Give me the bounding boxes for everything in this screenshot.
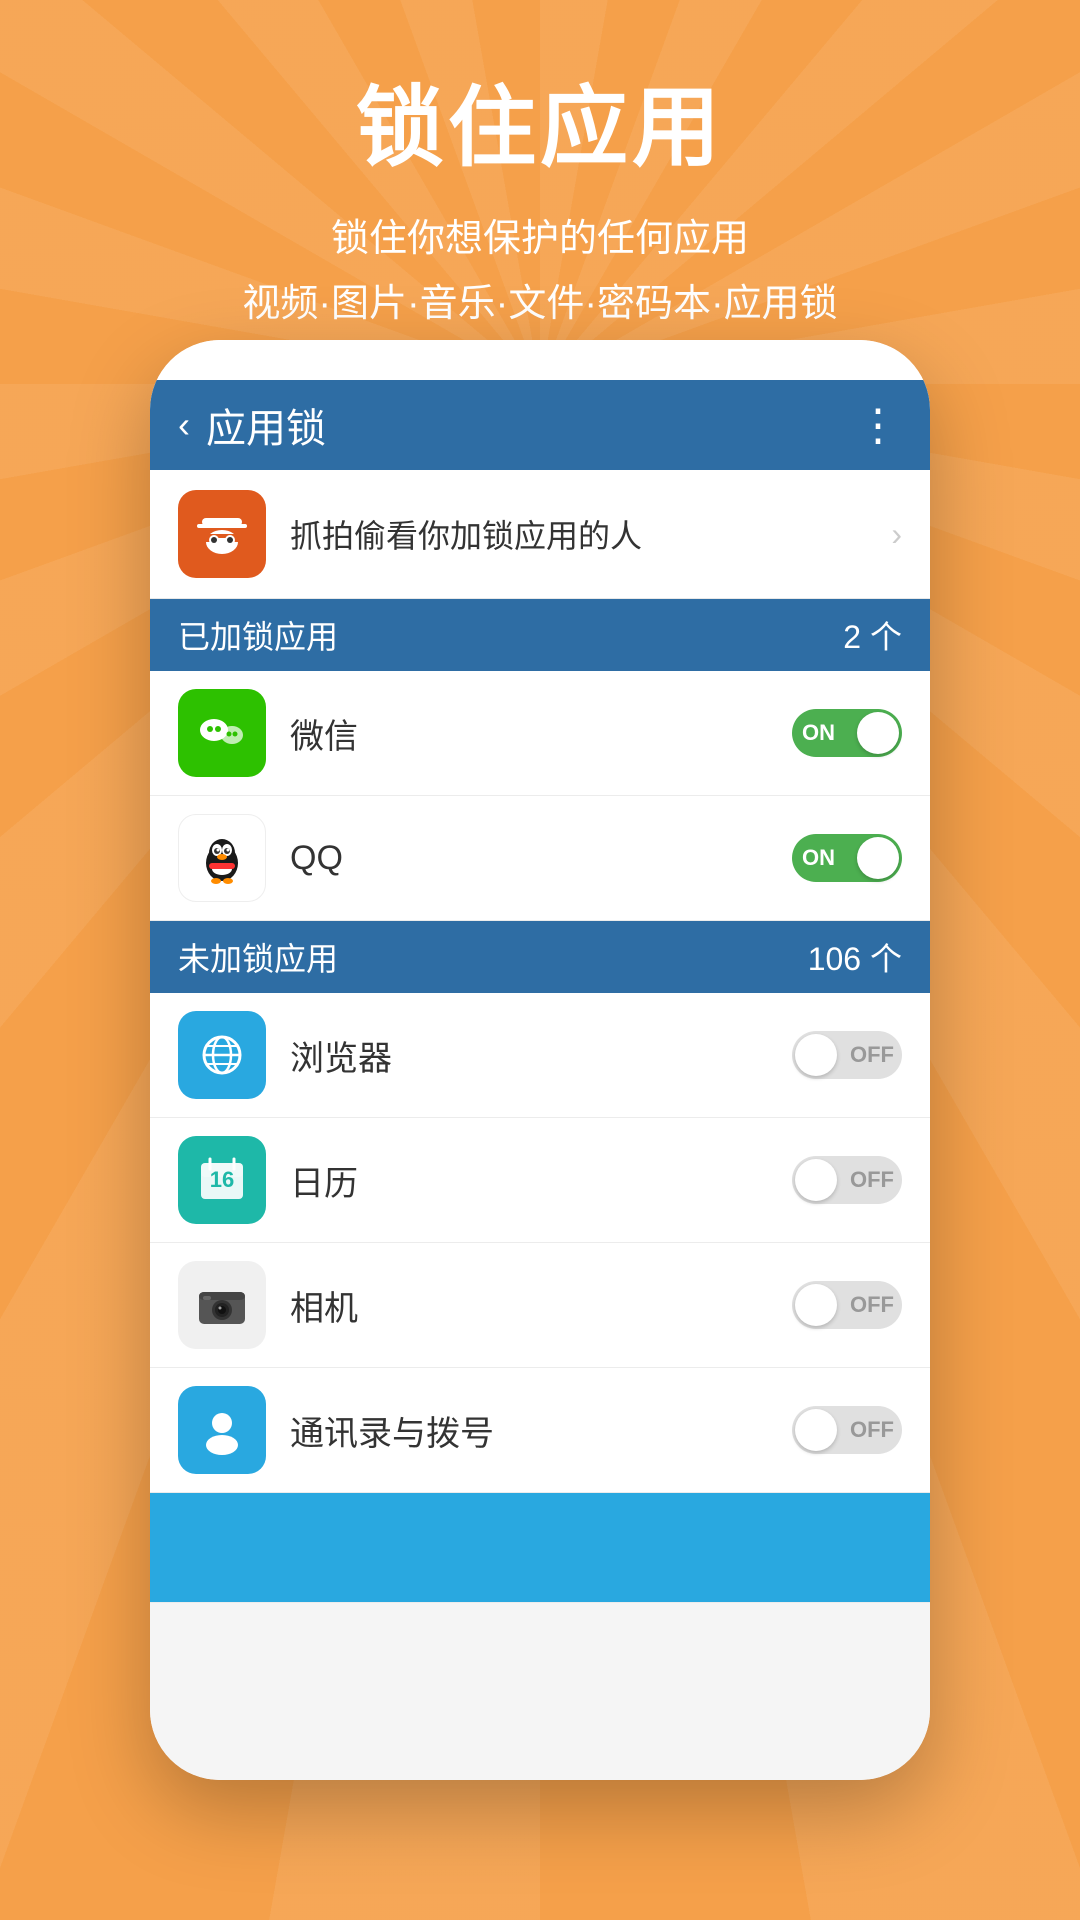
browser-toggle-label: OFF (850, 1042, 894, 1068)
locked-section-header: 已加锁应用 2 个 (150, 599, 930, 671)
contacts-icon-container (178, 1386, 266, 1474)
camera-row: 相机 OFF (150, 1243, 930, 1368)
unlocked-section-label: 未加锁应用 (178, 934, 338, 980)
browser-row: 浏览器 OFF (150, 993, 930, 1118)
menu-button[interactable]: ⋮ (856, 400, 902, 451)
wechat-icon (178, 689, 266, 777)
contacts-name: 通讯录与拨号 (290, 1406, 792, 1455)
locked-section-label: 已加锁应用 (178, 612, 338, 658)
qq-toggle[interactable]: ON (792, 834, 902, 882)
camera-toggle-label: OFF (850, 1292, 894, 1318)
contacts-toggle-knob (795, 1409, 837, 1451)
browser-toggle[interactable]: OFF (792, 1031, 902, 1079)
contacts-toggle-label: OFF (850, 1417, 894, 1443)
browser-icon (178, 1011, 266, 1099)
wechat-toggle-label: ON (802, 720, 835, 746)
camera-icon-container (178, 1261, 266, 1349)
wechat-toggle-knob (857, 712, 899, 754)
qq-name: QQ (290, 839, 792, 878)
header-section: 锁住应用 锁住你想保护的任何应用 视频·图片·音乐·文件·密码本·应用锁 (0, 0, 1080, 387)
back-button[interactable]: ‹ (178, 404, 190, 446)
camera-icon-svg (193, 1276, 251, 1334)
contacts-toggle[interactable]: OFF (792, 1406, 902, 1454)
camera-toggle[interactable]: OFF (792, 1281, 902, 1329)
camera-toggle-knob (795, 1284, 837, 1326)
calendar-icon: 16 (178, 1136, 266, 1224)
spy-icon-svg (192, 504, 252, 564)
contacts-row: 通讯录与拨号 OFF (150, 1368, 930, 1493)
camera-name: 相机 (290, 1281, 792, 1330)
qq-icon (178, 814, 266, 902)
calendar-row: 16 日历 OFF (150, 1118, 930, 1243)
browser-toggle-knob (795, 1034, 837, 1076)
top-bar: ‹ 应用锁 ⋮ (150, 380, 930, 470)
phone-mockup: ‹ 应用锁 ⋮ 抓拍偷看你加锁应用的人 (150, 340, 930, 1780)
calendar-name: 日历 (290, 1156, 792, 1205)
partial-row (150, 1493, 930, 1603)
phone-top-notch (150, 340, 930, 380)
sub-title-1: 锁住你想保护的任何应用 (0, 207, 1080, 262)
spy-text: 抓拍偷看你加锁应用的人 (290, 511, 891, 557)
spy-app-icon (178, 490, 266, 578)
browser-name: 浏览器 (290, 1031, 792, 1080)
calendar-icon-svg: 16 (193, 1151, 251, 1209)
qq-icon-svg (189, 825, 255, 891)
wechat-row: 微信 ON (150, 671, 930, 796)
contacts-icon-svg (193, 1401, 251, 1459)
unlocked-section-count: 106 个 (808, 934, 902, 980)
wechat-name: 微信 (290, 709, 792, 758)
locked-section-count: 2 个 (843, 612, 902, 658)
browser-icon-svg (193, 1026, 251, 1084)
calendar-toggle-label: OFF (850, 1167, 894, 1193)
qq-toggle-label: ON (802, 845, 835, 871)
qq-toggle-knob (857, 837, 899, 879)
unlocked-section-header: 未加锁应用 106 个 (150, 921, 930, 993)
spy-row-chevron: › (891, 516, 902, 553)
app-content: ‹ 应用锁 ⋮ 抓拍偷看你加锁应用的人 (150, 380, 930, 1780)
top-bar-title: 应用锁 (206, 396, 856, 454)
main-title: 锁住应用 (0, 80, 1080, 177)
qq-row: QQ ON (150, 796, 930, 921)
calendar-toggle[interactable]: OFF (792, 1156, 902, 1204)
svg-text:16: 16 (210, 1167, 234, 1192)
wechat-icon-svg (192, 703, 252, 763)
spy-row[interactable]: 抓拍偷看你加锁应用的人 › (150, 470, 930, 599)
sub-title-2: 视频·图片·音乐·文件·密码本·应用锁 (0, 272, 1080, 327)
wechat-toggle[interactable]: ON (792, 709, 902, 757)
calendar-toggle-knob (795, 1159, 837, 1201)
